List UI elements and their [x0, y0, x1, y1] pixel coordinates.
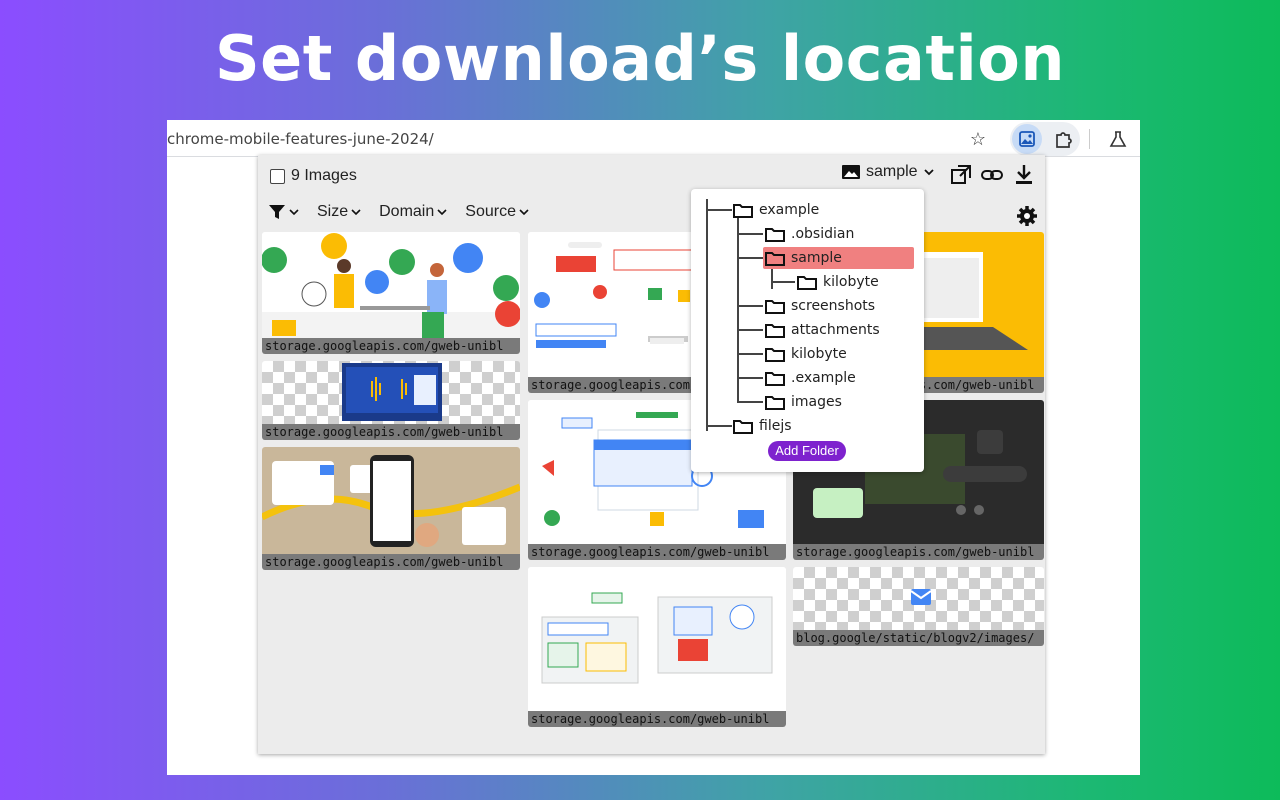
url-text[interactable]: chrome-mobile-features-june-2024/ [167, 130, 434, 148]
folder-icon [765, 324, 785, 338]
select-all-checkbox[interactable] [270, 168, 285, 184]
filter-bar: Size Domain Source [268, 203, 529, 221]
tree-node-sample-selected[interactable]: sample [763, 247, 914, 269]
image-card[interactable]: storage.googleapis.com/gweb-unibl [262, 361, 520, 440]
folder-tree-dropdown: example .obsidian sample kilobyte screen… [691, 189, 924, 472]
mail-icon [910, 589, 932, 605]
image-source-url: storage.googleapis.com/gweb-unibl [262, 424, 520, 440]
chevron-down-icon [437, 209, 447, 216]
hero-title: Set download’s location [215, 22, 1065, 95]
filter-source[interactable]: Source [465, 203, 529, 221]
image-count: 9 Images [291, 167, 357, 184]
open-in-new-window-icon[interactable] [949, 163, 973, 187]
folder-icon [765, 228, 785, 242]
image-thumbnail [342, 363, 442, 421]
tree-node-filejs[interactable]: filejs [733, 415, 792, 437]
folder-icon [733, 420, 753, 434]
image-card[interactable]: storage.googleapis.com/gweb-unibl [262, 232, 520, 354]
image-source-url: storage.googleapis.com/gweb-unibl [262, 338, 520, 354]
funnel-icon [269, 205, 285, 219]
star-icon[interactable]: ☆ [964, 125, 992, 153]
download-icon[interactable] [1012, 163, 1036, 187]
image-thumbnail [262, 232, 520, 338]
tree-node-images[interactable]: images [765, 391, 842, 413]
folder-icon [765, 300, 785, 314]
filter-domain-label: Domain [379, 203, 435, 220]
image-thumbnail [528, 567, 786, 711]
image-card[interactable]: blog.google/static/blogv2/images/ [793, 567, 1044, 646]
tree-node-obsidian[interactable]: .obsidian [765, 223, 854, 245]
image-source-url: storage.googleapis.com/gweb-unibl [528, 544, 786, 560]
image-source-url: storage.googleapis.com/gweb-unibl [528, 711, 786, 727]
image-source-url: storage.googleapis.com/gweb-unibl [793, 544, 1044, 560]
folder-icon [765, 252, 785, 266]
folder-selector-button[interactable]: sample [841, 163, 935, 181]
gear-icon[interactable] [1016, 205, 1038, 227]
folder-label: sample [866, 163, 918, 180]
tree-node-attachments[interactable]: attachments [765, 319, 880, 341]
select-all[interactable]: 9 Images [270, 167, 357, 185]
filter-menu[interactable] [268, 203, 299, 221]
image-downloader-popup: 9 Images sample Size Domain Source stora… [258, 155, 1045, 754]
chevron-down-icon [519, 209, 529, 216]
image-card[interactable]: storage.googleapis.com/gweb-unibl [262, 447, 520, 570]
image-source-url: storage.googleapis.com/gweb-unibl [262, 554, 520, 570]
chevron-down-icon [289, 209, 299, 216]
folder-icon [733, 204, 753, 218]
chevron-down-icon [351, 209, 361, 216]
image-folder-icon [842, 165, 860, 179]
address-bar[interactable]: chrome-mobile-features-june-2024/ ☆ [167, 120, 1140, 157]
folder-icon [765, 372, 785, 386]
image-extension-icon[interactable] [1012, 124, 1042, 154]
tree-node-kilobyte[interactable]: kilobyte [797, 271, 879, 293]
toolbar-divider [1089, 129, 1090, 149]
labs-flask-icon[interactable] [1104, 125, 1132, 153]
folder-icon [765, 396, 785, 410]
add-folder-button[interactable]: Add Folder [768, 441, 846, 461]
chevron-down-icon [923, 169, 934, 176]
filter-size[interactable]: Size [317, 203, 361, 221]
filter-domain[interactable]: Domain [379, 203, 447, 221]
tree-node-kilobyte-2[interactable]: kilobyte [765, 343, 847, 365]
filter-size-label: Size [317, 203, 349, 220]
image-source-url: blog.google/static/blogv2/images/ [793, 630, 1044, 646]
folder-icon [765, 348, 785, 362]
folder-icon [797, 276, 817, 290]
puzzle-extensions-icon[interactable] [1049, 125, 1077, 153]
image-card[interactable]: storage.googleapis.com/gweb-unibl [528, 567, 786, 727]
link-icon[interactable] [980, 163, 1004, 187]
tree-node-example[interactable]: example [733, 199, 819, 221]
tree-node-dot-example[interactable]: .example [765, 367, 856, 389]
tree-node-screenshots[interactable]: screenshots [765, 295, 875, 317]
filter-source-label: Source [465, 203, 516, 220]
image-thumbnail [262, 447, 520, 554]
